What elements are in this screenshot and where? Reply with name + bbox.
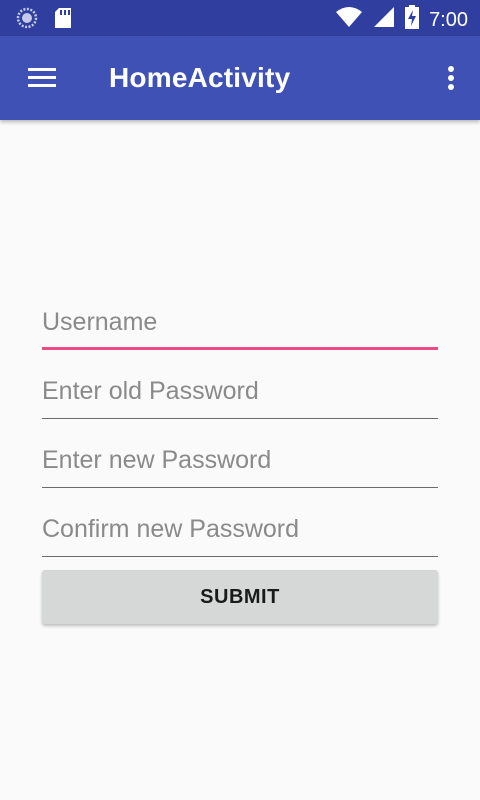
username-field-container <box>42 300 438 350</box>
old-password-input[interactable] <box>42 369 438 414</box>
username-input[interactable] <box>42 300 438 344</box>
status-bar: 7:00 <box>0 0 480 36</box>
battery-charging-icon <box>405 5 420 34</box>
page-title: HomeActivity <box>109 62 291 93</box>
app-bar: HomeActivity <box>0 36 480 120</box>
submit-button[interactable]: SUBMIT <box>42 570 438 624</box>
confirm-password-input[interactable] <box>42 507 438 552</box>
confirm-password-field-container <box>42 507 438 557</box>
sync-icon <box>16 7 38 34</box>
new-password-input[interactable] <box>42 438 438 483</box>
status-time: 7:00 <box>429 8 468 31</box>
old-password-field-container <box>42 369 438 419</box>
signal-icon <box>373 6 395 33</box>
change-password-form <box>42 300 438 577</box>
new-password-field-container <box>42 438 438 488</box>
wifi-icon <box>335 6 363 33</box>
sd-card-icon <box>54 7 72 34</box>
more-vert-icon[interactable] <box>444 64 458 94</box>
hamburger-menu-icon[interactable] <box>22 62 62 94</box>
